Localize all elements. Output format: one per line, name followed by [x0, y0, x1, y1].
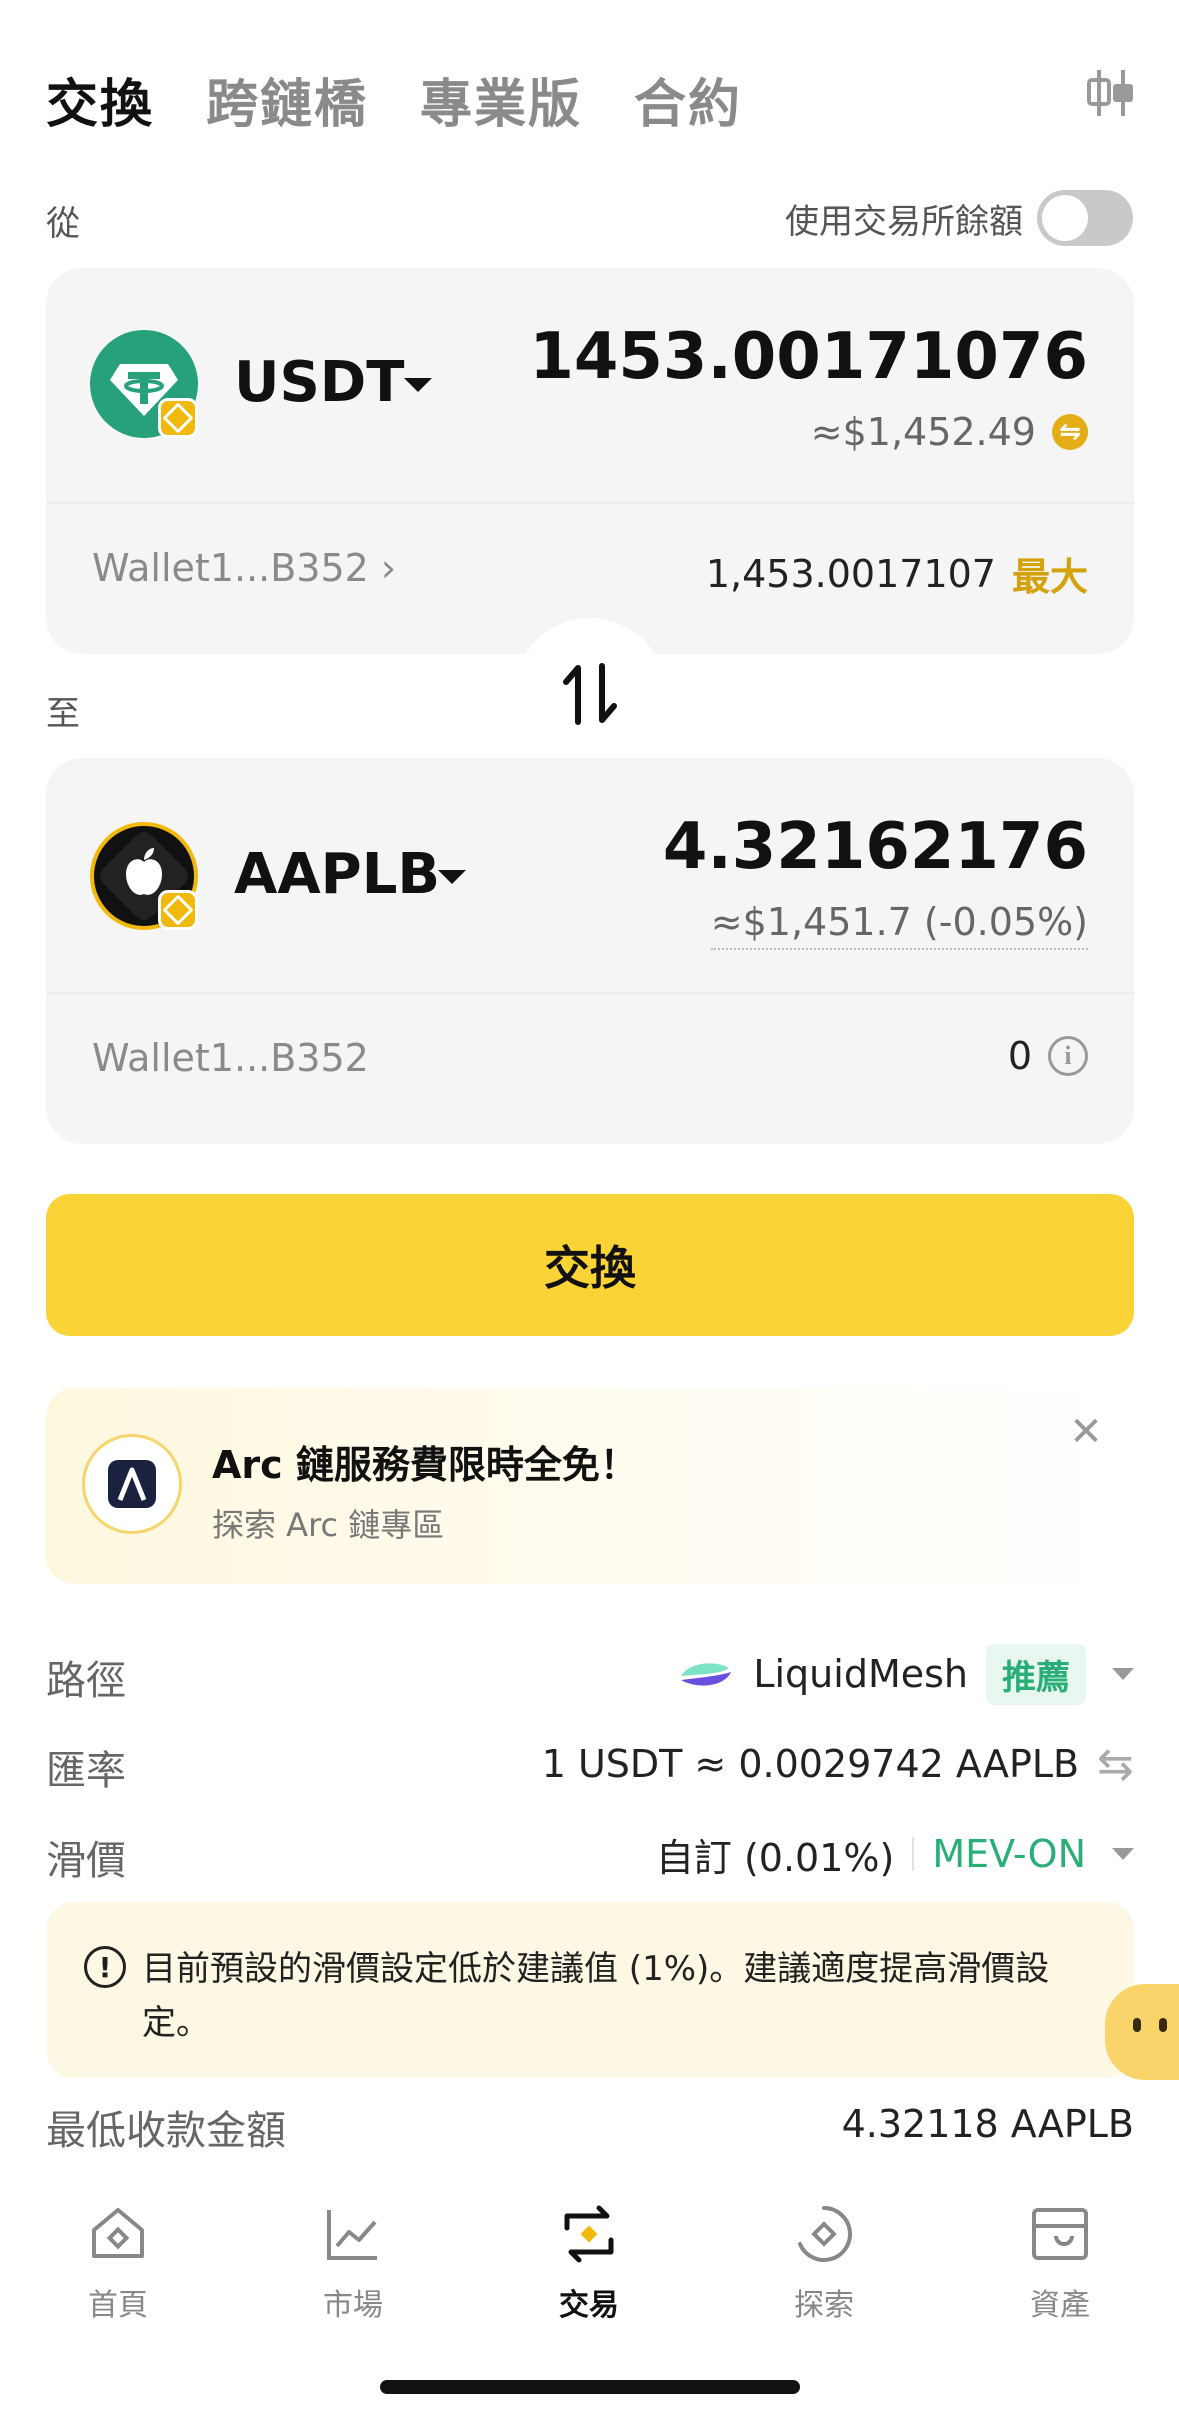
home-indicator [380, 2380, 800, 2394]
min-receive-row: 最低收款金額 4.32118 AAPLB [46, 2094, 1134, 2154]
route-row[interactable]: 路徑 LiquidMesh 推薦 [46, 1643, 1134, 1705]
slippage-warning: ! 目前預設的滑價設定低於建議值 (1%)。建議適度提高滑價設定。 [46, 1902, 1134, 2078]
route-label: 路徑 [46, 1658, 126, 1704]
to-balance-row: 0 i [1008, 1034, 1088, 1078]
discover-compass-icon [798, 2206, 852, 2262]
from-balance: 1,453.0017107 [705, 551, 996, 596]
slippage-label: 滑價 [46, 1838, 126, 1884]
chevron-down-icon[interactable] [1112, 1668, 1134, 1680]
arc-chain-logo-icon [82, 1434, 182, 1534]
promo-subtitle[interactable]: 探索 Arc 鏈專區 [212, 1500, 444, 1546]
to-usd-value: ≈$1,451.7 (-0.05%) [710, 900, 1088, 950]
chevron-right-icon: › [380, 546, 397, 590]
to-amount: 4.32162176 [662, 810, 1088, 884]
chart-settings-icon[interactable] [1083, 66, 1137, 120]
chevron-down-icon[interactable] [1112, 1848, 1134, 1860]
swap-direction-button[interactable] [514, 618, 666, 770]
toggle-knob [1042, 195, 1088, 241]
use-exchange-balance-toggle[interactable] [1037, 190, 1133, 246]
bnb-chain-icon [158, 890, 198, 930]
from-usd-value: ≈$1,452.49 ⇋ [811, 410, 1088, 454]
to-label: 至 [46, 694, 80, 734]
swap-arrows-icon [563, 663, 617, 725]
recommended-badge: 推薦 [986, 1643, 1086, 1705]
from-token-dropdown-icon[interactable] [404, 378, 432, 392]
nav-trade-label: 交易 [559, 2288, 619, 2323]
mev-status: MEV-ON [932, 1832, 1086, 1876]
min-receive-value: 4.32118 AAPLB [841, 2102, 1134, 2146]
invert-rate-icon[interactable]: ⇆ [1097, 1739, 1134, 1790]
to-wallet-name: Wallet1...B352 [92, 1036, 369, 1080]
nav-discover-label: 探索 [794, 2288, 854, 2323]
nav-market[interactable]: 市場 [273, 2202, 433, 2324]
card-divider [46, 502, 1134, 504]
nav-home[interactable]: 首頁 [38, 2202, 198, 2324]
rate-value: 1 USDT ≈ 0.0029742 AAPLB [541, 1742, 1080, 1786]
from-balance-row: 1,453.0017107 最大 [706, 546, 1088, 601]
use-exchange-balance-label: 使用交易所餘額 [785, 201, 1023, 242]
warning-icon: ! [84, 1946, 126, 1988]
tab-futures[interactable]: 合約 [634, 62, 742, 137]
promo-banner[interactable]: Arc 鏈服務費限時全免！ 探索 Arc 鏈專區 ✕ [46, 1388, 1134, 1584]
tab-pro[interactable]: 專業版 [420, 62, 582, 137]
nav-trade[interactable]: 交易 [509, 2202, 669, 2324]
min-receive-label: 最低收款金額 [46, 2108, 286, 2154]
from-usd-value-text: ≈$1,452.49 [810, 410, 1036, 454]
from-wallet-name: Wallet1...B352 [92, 546, 369, 590]
wallet-assets-icon [1032, 2208, 1088, 2260]
to-usd-value-text: ≈$1,451.7 (-0.05%) [710, 900, 1088, 950]
use-exchange-balance: 使用交易所餘額 [785, 190, 1133, 246]
slippage-value: 自訂 (0.01%) [655, 1835, 895, 1880]
info-icon[interactable]: i [1048, 1036, 1088, 1076]
to-token-symbol[interactable]: AAPLB [234, 842, 440, 907]
assistant-mascot-icon[interactable] [1105, 1984, 1179, 2080]
bnb-chain-icon [158, 398, 198, 438]
nav-home-label: 首頁 [88, 2288, 148, 2323]
nav-assets[interactable]: 資產 [980, 2202, 1140, 2324]
max-button[interactable]: 最大 [1012, 546, 1088, 601]
market-chart-icon [327, 2210, 377, 2260]
home-icon [92, 2208, 144, 2258]
card-divider [46, 992, 1134, 994]
to-card: AAPLB 4.32162176 ≈$1,451.7 (-0.05%) Wall… [46, 758, 1134, 1144]
to-wallet: Wallet1...B352 [92, 1036, 369, 1080]
trade-swap-icon [564, 2205, 614, 2263]
liquidmesh-logo-icon [681, 1663, 732, 1686]
warning-text: 目前預設的滑價設定低於建議值 (1%)。建議適度提高滑價設定。 [142, 1949, 1050, 2043]
tab-bridge[interactable]: 跨鏈橋 [206, 62, 368, 137]
from-amount-input[interactable]: 1453.00171076 [529, 320, 1088, 394]
nav-assets-label: 資產 [1030, 2288, 1090, 2323]
rate-label: 匯率 [46, 1748, 126, 1794]
promo-title: Arc 鏈服務費限時全免！ [212, 1443, 638, 1487]
nav-market-label: 市場 [323, 2288, 383, 2323]
slippage-row[interactable]: 滑價 自訂 (0.01%) MEV-ON [46, 1824, 1134, 1884]
tab-swap[interactable]: 交換 [46, 62, 154, 137]
nav-discover[interactable]: 探索 [744, 2202, 904, 2324]
route-value: LiquidMesh [753, 1652, 968, 1696]
from-wallet-selector[interactable]: Wallet1...B352 › [92, 546, 396, 590]
swap-button[interactable]: 交換 [46, 1194, 1134, 1336]
rate-row: 匯率 1 USDT ≈ 0.0029742 AAPLB ⇆ [46, 1734, 1134, 1795]
top-tab-bar: 交換 跨鏈橋 專業版 合約 [46, 62, 742, 137]
currency-switch-icon[interactable]: ⇋ [1052, 414, 1088, 450]
from-label: 從 [46, 204, 80, 244]
to-token-dropdown-icon[interactable] [438, 870, 466, 884]
from-card: USDT 1453.00171076 ≈$1,452.49 ⇋ Wallet1.… [46, 268, 1134, 654]
to-balance: 0 [1007, 1034, 1032, 1078]
from-token-symbol[interactable]: USDT [234, 350, 405, 415]
close-icon[interactable]: ✕ [1064, 1409, 1108, 1455]
divider [912, 1837, 915, 1871]
